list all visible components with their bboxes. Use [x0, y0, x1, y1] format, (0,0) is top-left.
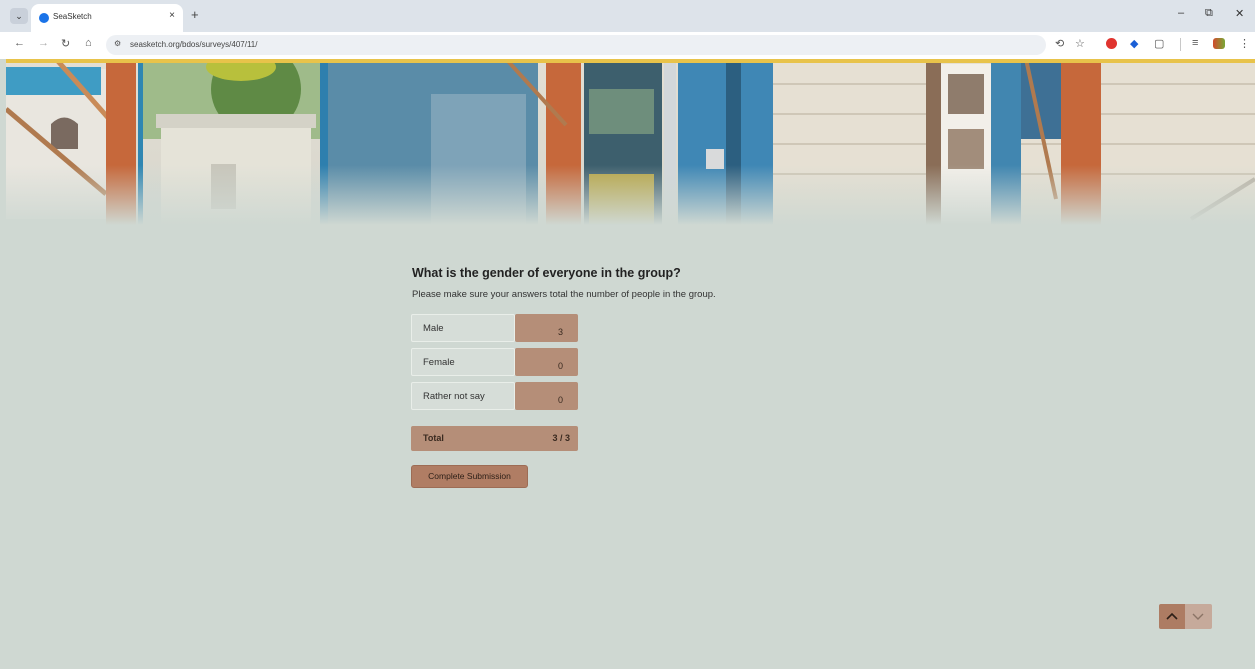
row-label: Female	[411, 348, 515, 376]
gender-row-rather-not-say: Rather not say	[411, 382, 578, 410]
address-bar[interactable]: ⚙ seasketch.org/bdos/surveys/407/11/	[106, 35, 1046, 55]
home-icon[interactable]: ⌂	[85, 37, 92, 49]
forward-icon[interactable]: →	[38, 37, 49, 49]
tab-close-icon[interactable]: ×	[169, 10, 175, 21]
gender-row-female: Female	[411, 348, 578, 376]
reading-icon[interactable]: ≡	[1192, 37, 1198, 49]
vpn-extension-icon[interactable]: ◆	[1130, 37, 1138, 50]
question-description: Please make sure your answers total the …	[412, 289, 716, 300]
adblock-extension-icon[interactable]	[1106, 38, 1117, 49]
male-count-input[interactable]	[515, 314, 578, 342]
row-label: Rather not say	[411, 382, 515, 410]
seasketch-favicon-icon	[39, 13, 49, 23]
browser-tab[interactable]: SeaSketch ×	[31, 4, 183, 32]
translate-icon[interactable]: ⟲	[1055, 37, 1064, 50]
total-value: 3 / 3	[552, 433, 570, 443]
gender-row-male: Male	[411, 314, 578, 342]
profile-icon[interactable]	[1213, 38, 1225, 49]
close-window-icon[interactable]: ✕	[1235, 7, 1244, 20]
reload-icon[interactable]: ↻	[61, 37, 70, 50]
female-count-input[interactable]	[515, 348, 578, 376]
chevron-down-icon	[1192, 613, 1204, 620]
url-text[interactable]: seasketch.org/bdos/surveys/407/11/	[130, 40, 257, 49]
tab-search-icon[interactable]: ⌄	[10, 8, 28, 24]
bookmark-star-icon[interactable]: ☆	[1075, 37, 1085, 50]
hero-banner-image	[6, 59, 1255, 225]
chevron-up-icon	[1166, 612, 1178, 620]
question-title: What is the gender of everyone in the gr…	[412, 266, 681, 280]
complete-submission-button[interactable]: Complete Submission	[411, 465, 528, 488]
tab-title: SeaSketch	[53, 12, 92, 21]
browser-toolbar: ← → ↻ ⌂ ⚙ seasketch.org/bdos/surveys/407…	[0, 32, 1255, 59]
restore-icon[interactable]: ⧉	[1205, 7, 1213, 20]
previous-question-button[interactable]	[1159, 604, 1185, 629]
new-tab-icon[interactable]: +	[191, 7, 199, 22]
back-icon[interactable]: ←	[14, 37, 25, 49]
next-question-button[interactable]	[1185, 604, 1212, 629]
minimize-icon[interactable]: –	[1178, 7, 1184, 19]
extension-icon[interactable]: ▢	[1154, 37, 1164, 50]
toolbar-divider	[1180, 38, 1181, 51]
total-label: Total	[423, 433, 444, 443]
total-bar: Total 3 / 3	[411, 426, 578, 451]
row-label: Male	[411, 314, 515, 342]
menu-icon[interactable]: ⋮	[1239, 37, 1250, 50]
hero-fade	[6, 165, 1255, 225]
rather-not-say-count-input[interactable]	[515, 382, 578, 410]
browser-tab-bar: ⌄ SeaSketch × + – ⧉ ✕	[0, 0, 1255, 32]
hero-accent-line	[6, 59, 1255, 63]
site-info-icon[interactable]: ⚙	[114, 39, 121, 48]
